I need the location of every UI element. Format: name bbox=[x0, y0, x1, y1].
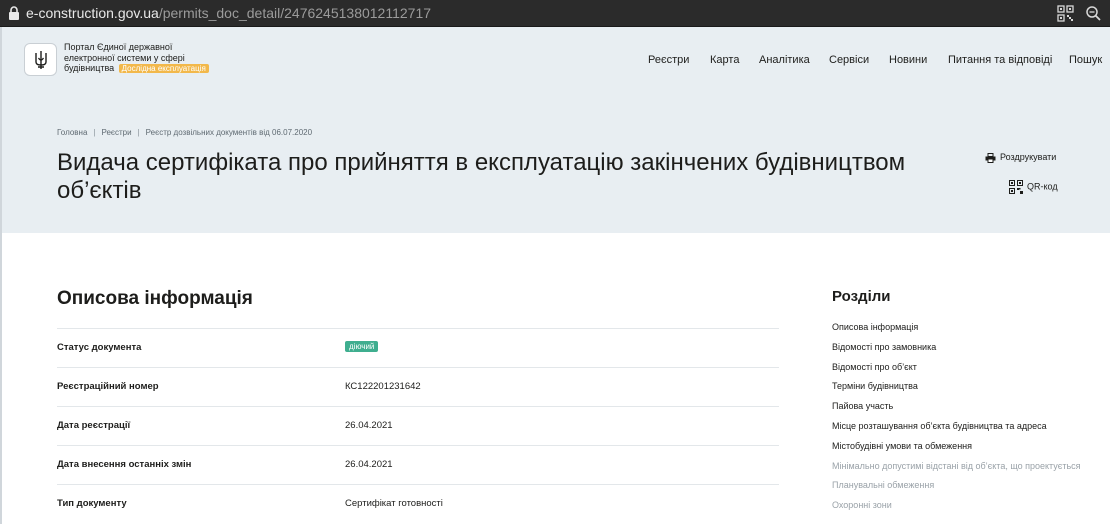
section-link-planning-restrictions[interactable]: Планувальні обмеження bbox=[832, 479, 1082, 491]
zoom-icon[interactable] bbox=[1085, 5, 1102, 22]
nav-map[interactable]: Карта bbox=[710, 54, 739, 66]
nav-services[interactable]: Сервіси bbox=[829, 54, 869, 66]
section-link-terms[interactable]: Терміни будівництва bbox=[832, 380, 1082, 392]
qr-scan-icon[interactable] bbox=[1057, 5, 1074, 22]
lock-icon bbox=[9, 6, 19, 20]
row-value: 26.04.2021 bbox=[345, 420, 393, 431]
print-label: Роздрукувати bbox=[1000, 152, 1057, 162]
section-link-protected-zones[interactable]: Охоронні зони bbox=[832, 499, 1082, 511]
row-value: 26.04.2021 bbox=[345, 459, 393, 470]
logo-trident[interactable] bbox=[24, 43, 57, 76]
section-link-object[interactable]: Відомості про об’єкт bbox=[832, 361, 1082, 373]
trial-badge: Дослідна експлуатація bbox=[118, 64, 209, 73]
sections-nav: Описова інформація Відомості про замовни… bbox=[832, 321, 1082, 519]
url-field[interactable]: e-construction.gov.ua/permits_doc_detail… bbox=[26, 5, 431, 21]
url-path: /permits_doc_detail/2476245138012112717 bbox=[158, 5, 432, 21]
table-row: Дата внесення останніх змін 26.04.2021 bbox=[57, 445, 779, 484]
section-link-location[interactable]: Місце розташування об’єкта будівництва т… bbox=[832, 420, 1082, 432]
section-title: Описова інформація bbox=[57, 288, 253, 309]
nav-analytics[interactable]: Аналітика bbox=[759, 54, 810, 66]
breadcrumb-separator: | bbox=[93, 128, 96, 137]
nav-news[interactable]: Новини bbox=[889, 54, 927, 66]
qr-code-button[interactable]: QR-код bbox=[1009, 180, 1058, 194]
nav-faq[interactable]: Питання та відповіді bbox=[948, 54, 1052, 66]
info-table: Статус документа діючий Реєстраційний но… bbox=[57, 328, 779, 523]
section-link-min-distances[interactable]: Мінімально допустимі відстані від об’єкт… bbox=[832, 460, 1082, 472]
table-row: Тип документу Сертифікат готовності bbox=[57, 484, 779, 523]
print-button[interactable]: Роздрукувати bbox=[985, 152, 1056, 163]
section-link-share[interactable]: Пайова участь bbox=[832, 400, 1082, 412]
table-row: Статус документа діючий bbox=[57, 328, 779, 367]
trident-icon bbox=[35, 51, 47, 69]
table-row: Дата реєстрації 26.04.2021 bbox=[57, 406, 779, 445]
row-value: КС122201231642 bbox=[345, 381, 421, 392]
section-link-customer[interactable]: Відомості про замовника bbox=[832, 341, 1082, 353]
status-badge: діючий bbox=[345, 341, 379, 352]
row-key: Тип документу bbox=[57, 498, 127, 509]
breadcrumb-separator: | bbox=[137, 128, 140, 137]
nav-search[interactable]: Пошук bbox=[1069, 54, 1102, 66]
row-key: Реєстраційний номер bbox=[57, 381, 159, 392]
browser-address-bar: e-construction.gov.ua/permits_doc_detail… bbox=[0, 0, 1110, 27]
main-content: Описова інформація Статус документа діюч… bbox=[0, 233, 1110, 524]
page-title: Видача сертифіката про прийняття в експл… bbox=[57, 149, 906, 204]
qr-code-icon bbox=[1009, 180, 1023, 194]
breadcrumb-registries[interactable]: Реєстри bbox=[101, 128, 131, 137]
row-key: Статус документа bbox=[57, 342, 142, 353]
section-link-urban-conditions[interactable]: Містобудівні умови та обмеження bbox=[832, 440, 1082, 452]
breadcrumb-current[interactable]: Реєстр дозвільних документів від 06.07.2… bbox=[146, 128, 312, 137]
sections-nav-title: Розділи bbox=[832, 288, 891, 305]
breadcrumb: Головна | Реєстри | Реєстр дозвільних докуме… bbox=[57, 128, 312, 137]
site-header: Портал Єдиної державної електронної сист… bbox=[0, 27, 1110, 91]
printer-icon bbox=[985, 152, 996, 163]
portal-name[interactable]: Портал Єдиної державної електронної сист… bbox=[64, 42, 224, 75]
breadcrumb-home[interactable]: Головна bbox=[57, 128, 87, 137]
row-key: Дата внесення останніх змін bbox=[57, 459, 192, 470]
qr-code-label: QR-код bbox=[1027, 181, 1058, 192]
row-value: Сертифікат готовності bbox=[345, 498, 443, 509]
row-key: Дата реєстрації bbox=[57, 420, 131, 431]
page-hero: Головна | Реєстри | Реєстр дозвільних докуме… bbox=[0, 91, 1110, 233]
url-host: e-construction.gov.ua bbox=[26, 5, 159, 21]
section-link-description[interactable]: Описова інформація bbox=[832, 321, 1082, 333]
table-row: Реєстраційний номер КС122201231642 bbox=[57, 367, 779, 406]
nav-registries[interactable]: Реєстри bbox=[648, 54, 689, 66]
